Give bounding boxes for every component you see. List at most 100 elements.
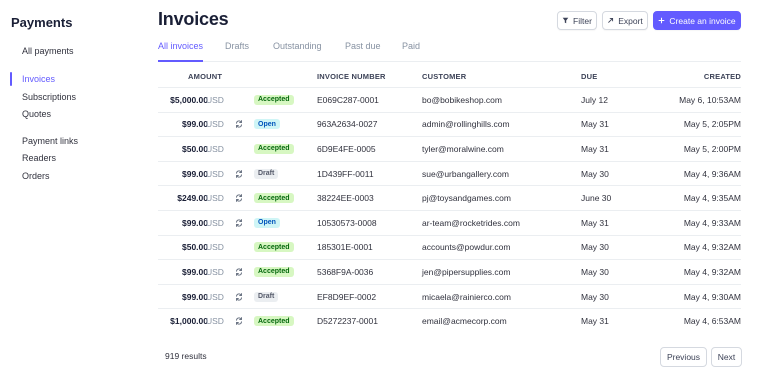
sidebar-item-all-payments[interactable]: All payments [22, 46, 74, 56]
table-row[interactable]: $99.00 USD Accepted 5368F9A-0036 jen@pipersu… [158, 259, 741, 284]
table-row[interactable]: $99.00 USD Draft EF8D9EF-0002 micaela@rainie… [158, 283, 741, 309]
created-date: May 4, 6:53AM [683, 316, 741, 327]
tab-paid[interactable]: Paid [402, 41, 420, 51]
status-badge: Accepted [254, 316, 294, 327]
recurring-icon [234, 316, 244, 326]
table-row[interactable]: $99.00 USD Draft 1D439FF-0011 sue@urbangalle… [158, 160, 741, 186]
table-row[interactable]: $249.00 USD Accepted 38224EE-0003 pj@toysand… [158, 185, 741, 210]
invoice-number: 6D9E4FE-0005 [317, 143, 376, 154]
sidebar-item-payment-links[interactable]: Payment links [22, 136, 78, 146]
sidebar-item-quotes[interactable]: Quotes [22, 109, 51, 119]
column-header-amount[interactable]: AMOUNT [188, 72, 222, 81]
invoice-currency: USD [206, 291, 224, 302]
invoice-currency: USD [206, 316, 224, 327]
column-header-invoice-number[interactable]: INVOICE NUMBER [317, 72, 386, 81]
due-date: June 30 [581, 193, 612, 204]
tab-outstanding[interactable]: Outstanding [273, 41, 322, 51]
plus-icon [659, 17, 665, 24]
created-date: May 4, 9:33AM [683, 217, 741, 228]
recurring-icon [234, 169, 244, 179]
invoice-number: E069C287-0001 [317, 94, 379, 105]
sidebar-item-readers[interactable]: Readers [22, 153, 56, 163]
invoice-currency: USD [206, 143, 224, 154]
table-row[interactable]: $50.00 USD Accepted 185301E-0001 accounts@po… [158, 234, 741, 260]
recurring-icon [234, 193, 244, 203]
table-row[interactable]: $99.00 USD Open 963A2634-0027 admin@rollingh… [158, 111, 741, 137]
table-row[interactable]: $50.00 USD Accepted 6D9E4FE-0005 tyler@moral… [158, 136, 741, 161]
recurring-icon [234, 218, 244, 228]
column-header-due[interactable]: DUE [581, 72, 597, 81]
sidebar-item-orders[interactable]: Orders [22, 171, 50, 181]
column-header-created[interactable]: CREATED [704, 72, 741, 81]
invoice-amount: $99.00 [182, 266, 208, 277]
due-date: May 30 [581, 168, 609, 179]
page-title: Invoices [158, 9, 229, 29]
invoice-currency: USD [206, 94, 224, 105]
next-button[interactable]: Next [711, 347, 742, 367]
invoice-amount: $99.00 [182, 291, 208, 302]
create-invoice-button-label: Create an invoice [669, 15, 736, 26]
status-badge: Open [254, 119, 280, 130]
invoice-number: D5272237-0001 [317, 316, 378, 327]
due-date: May 30 [581, 242, 609, 253]
invoice-currency: USD [206, 168, 224, 179]
tab-past-due[interactable]: Past due [345, 41, 381, 51]
status-badge: Accepted [254, 266, 294, 277]
table-row[interactable]: $5,000.00 USD Accepted E069C287-0001 bo@bobi… [158, 87, 741, 112]
previous-button[interactable]: Previous [660, 347, 707, 367]
customer-email: ar-team@rocketrides.com [422, 217, 520, 228]
created-date: May 4, 9:32AM [683, 266, 741, 277]
export-button[interactable]: Export [602, 11, 648, 30]
filter-icon [562, 17, 569, 24]
sidebar-item-subscriptions[interactable]: Subscriptions [22, 92, 76, 102]
status-badge: Accepted [254, 193, 294, 204]
customer-email: micaela@rainierco.com [422, 291, 511, 302]
filter-button-label: Filter [573, 15, 592, 26]
invoice-currency: USD [206, 266, 224, 277]
due-date: July 12 [581, 94, 608, 105]
customer-email: accounts@powdur.com [422, 242, 511, 253]
tabs-divider [158, 61, 741, 62]
due-date: May 31 [581, 119, 609, 130]
sidebar-active-indicator [10, 72, 12, 86]
tab-drafts[interactable]: Drafts [225, 41, 249, 51]
recurring-icon [234, 292, 244, 302]
invoice-tabs: All invoices Drafts Outstanding Past due Pai… [158, 41, 741, 62]
invoice-amount: $99.00 [182, 168, 208, 179]
invoice-amount: $5,000.00 [170, 94, 208, 105]
invoice-number: 10530573-0008 [317, 217, 377, 228]
customer-email: tyler@moralwine.com [422, 143, 504, 154]
main-content: Invoices Filter Export Create an invoice… [158, 0, 758, 382]
sidebar-item-invoices[interactable]: Invoices [22, 74, 55, 84]
sidebar: Payments All payments Invoices Subscriptio… [0, 0, 140, 382]
invoice-currency: USD [206, 119, 224, 130]
invoice-number: 1D439FF-0011 [317, 168, 374, 179]
status-badge: Draft [254, 168, 279, 179]
created-date: May 5, 2:05PM [683, 119, 741, 130]
created-date: May 5, 2:00PM [683, 143, 741, 154]
customer-email: admin@rollinghills.com [422, 119, 510, 130]
create-invoice-button[interactable]: Create an invoice [653, 11, 741, 30]
status-badge: Open [254, 217, 280, 228]
invoice-amount: $99.00 [182, 119, 208, 130]
recurring-icon [234, 267, 244, 277]
status-badge: Accepted [254, 94, 294, 105]
due-date: May 30 [581, 266, 609, 277]
export-icon [608, 17, 614, 23]
table-row[interactable]: $99.00 USD Open 10530573-0008 ar-team@rocket… [158, 210, 741, 235]
active-tab-underline [158, 60, 203, 62]
created-date: May 4, 9:35AM [683, 193, 741, 204]
due-date: May 31 [581, 217, 609, 228]
invoice-amount: $1,000.00 [170, 316, 208, 327]
status-badge: Accepted [254, 143, 294, 154]
table-row[interactable]: $1,000.00 USD Accepted D5272237-0001 email@a… [158, 308, 741, 333]
column-header-customer[interactable]: CUSTOMER [422, 72, 466, 81]
invoice-amount: $50.00 [182, 242, 208, 253]
filter-button[interactable]: Filter [557, 11, 597, 30]
customer-email: jen@pipersupplies.com [422, 266, 511, 277]
results-count: 919 results [165, 351, 207, 361]
tab-all-invoices[interactable]: All invoices [158, 41, 203, 51]
due-date: May 31 [581, 143, 609, 154]
customer-email: bo@bobikeshop.com [422, 94, 502, 105]
invoice-amount: $249.00 [177, 193, 208, 204]
